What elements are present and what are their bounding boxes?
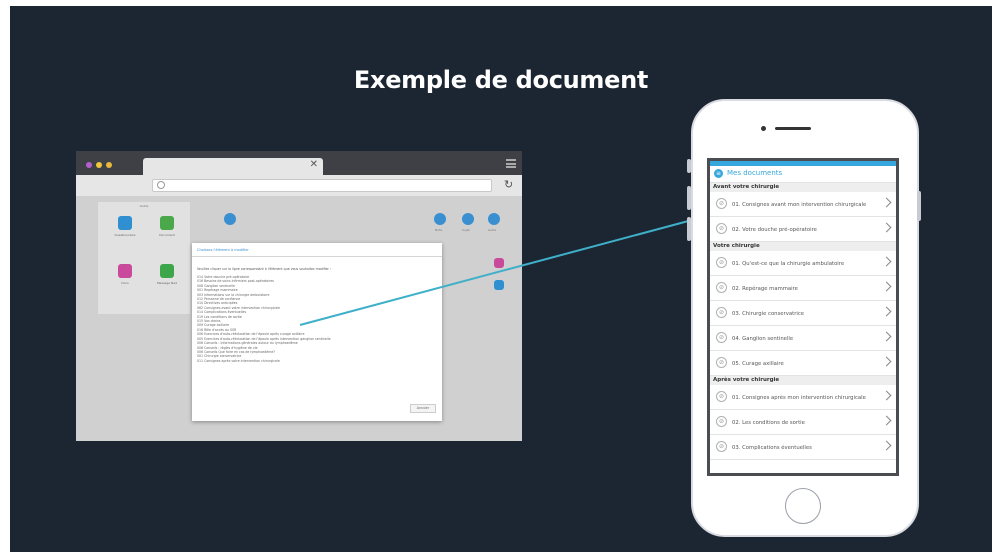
phone-camera (761, 126, 766, 131)
paperclip-icon: ⊘ (716, 282, 727, 293)
document-item[interactable]: ⊘ 01. Consignes après mon intervention c… (710, 385, 896, 410)
document-item[interactable]: ⊘ 04. Ganglion sentinelle (710, 326, 896, 351)
phone-side-button (687, 159, 691, 173)
document-item-label: 02. Votre douche pré-opératoire (732, 226, 817, 233)
paperclip-icon: ⊘ (716, 198, 727, 209)
chevron-right-icon (881, 356, 892, 367)
paperclip-icon: ⊘ (716, 441, 727, 452)
paperclip-icon: ⊘ (716, 357, 727, 368)
paperclip-icon: ⊘ (716, 223, 727, 234)
chevron-right-icon (881, 281, 892, 292)
document-item-label: 04. Ganglion sentinelle (732, 335, 794, 342)
chevron-right-icon (881, 256, 892, 267)
document-item[interactable]: ⊘ 01. Qu'est-ce que la chirurgie ambulat… (710, 251, 896, 276)
chevron-right-icon (881, 306, 892, 317)
chevron-right-icon (881, 331, 892, 342)
document-item-label: 02. Les conditions de sortie (732, 419, 805, 426)
document-item-label: 03. Complications éventuelles (732, 444, 812, 451)
section-heading: Après votre chirurgie (710, 376, 896, 385)
chevron-right-icon (881, 390, 892, 401)
paperclip-icon: ⊘ (716, 391, 727, 402)
phone-side-button (917, 191, 921, 221)
document-item-label: 01. Consignes avant mon intervention chi… (732, 201, 867, 208)
chevron-right-icon (881, 197, 892, 208)
phone-side-button (687, 217, 691, 241)
home-button[interactable] (785, 488, 821, 524)
paperclip-icon: ⊘ (716, 332, 727, 343)
document-item[interactable]: ⊘ 02. Les conditions de sortie (710, 410, 896, 435)
document-item-label: 03. Chirurgie conservatrice (732, 310, 805, 317)
document-item-label: 02. Repérage mammaire (732, 285, 798, 292)
phone-speaker (775, 127, 811, 130)
phone-mockup: ≡ Mes documents Avant votre chirurgie ⊘ … (687, 99, 921, 537)
document-item[interactable]: ⊘ 02. Votre douche pré-opératoire (710, 217, 896, 242)
chevron-right-icon (881, 440, 892, 451)
document-item-label: 05. Curage axillaire (732, 360, 784, 367)
section-heading: Avant votre chirurgie (710, 183, 896, 192)
section-heading: Votre chirurgie (710, 242, 896, 251)
slide: Exemple de document ✕ ↻ Outils Questionn… (10, 6, 992, 552)
document-icon: ≡ (714, 169, 723, 178)
app-title: Mes documents (727, 169, 783, 177)
app-header: ≡ Mes documents (710, 166, 896, 183)
chevron-right-icon (881, 415, 892, 426)
phone-screen: ≡ Mes documents Avant votre chirurgie ⊘ … (707, 158, 899, 476)
chevron-right-icon (881, 222, 892, 233)
paperclip-icon: ⊘ (716, 307, 727, 318)
document-item[interactable]: ⊘ 02. Repérage mammaire (710, 276, 896, 301)
document-item[interactable]: ⊘ 03. Chirurgie conservatrice (710, 301, 896, 326)
paperclip-icon: ⊘ (716, 416, 727, 427)
phone-side-button (687, 186, 691, 210)
document-item-label: 01. Qu'est-ce que la chirurgie ambulatoi… (732, 260, 845, 267)
document-item[interactable]: ⊘ 03. Complications éventuelles (710, 435, 896, 460)
document-item[interactable]: ⊘ 01. Consignes avant mon intervention c… (710, 192, 896, 217)
document-item[interactable]: ⊘ 05. Curage axillaire (710, 351, 896, 376)
document-item-label: 01. Consignes après mon intervention chi… (732, 394, 866, 401)
paperclip-icon: ⊘ (716, 257, 727, 268)
